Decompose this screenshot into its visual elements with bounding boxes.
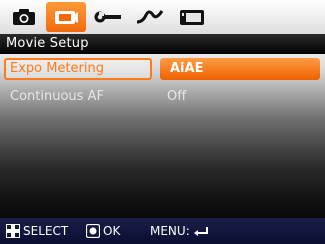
tab-camera[interactable] [4, 2, 44, 32]
select-hint: SELECT [6, 218, 68, 244]
dpad-icon [6, 224, 20, 238]
movie-camera-icon [55, 11, 78, 24]
menu-item-label: Expo Metering [10, 61, 105, 76]
curve-icon [136, 10, 164, 24]
mode-tab-bar [0, 0, 325, 34]
camera-icon [13, 9, 35, 25]
menu-item-continuous-af[interactable]: Continuous AF Off [4, 86, 321, 108]
menu-label: MENU: [150, 224, 190, 238]
ok-hint: OK [86, 218, 120, 244]
ok-button-icon [86, 224, 100, 238]
menu-item-value[interactable]: Off [167, 86, 186, 108]
return-arrow-icon [193, 227, 208, 236]
menu-hint: MENU: [150, 218, 209, 244]
tab-playback[interactable] [130, 2, 170, 32]
tab-display[interactable] [172, 2, 212, 32]
camera-menu-screen: Movie Setup Expo Metering AiAE Continuou… [0, 0, 325, 244]
menu-item-expo-metering[interactable]: Expo Metering AiAE [4, 58, 321, 80]
menu-item-label: Continuous AF [10, 89, 104, 104]
screen-icon [180, 10, 204, 25]
tab-movie[interactable] [46, 2, 86, 32]
page-title: Movie Setup [0, 34, 325, 54]
ok-label: OK [103, 224, 121, 238]
select-label: SELECT [23, 224, 69, 238]
wrench-icon [94, 11, 121, 23]
tab-setup[interactable] [88, 2, 128, 32]
menu-item-value[interactable]: AiAE [170, 58, 203, 80]
footer-hint-bar: SELECT OK MENU: [0, 218, 325, 244]
